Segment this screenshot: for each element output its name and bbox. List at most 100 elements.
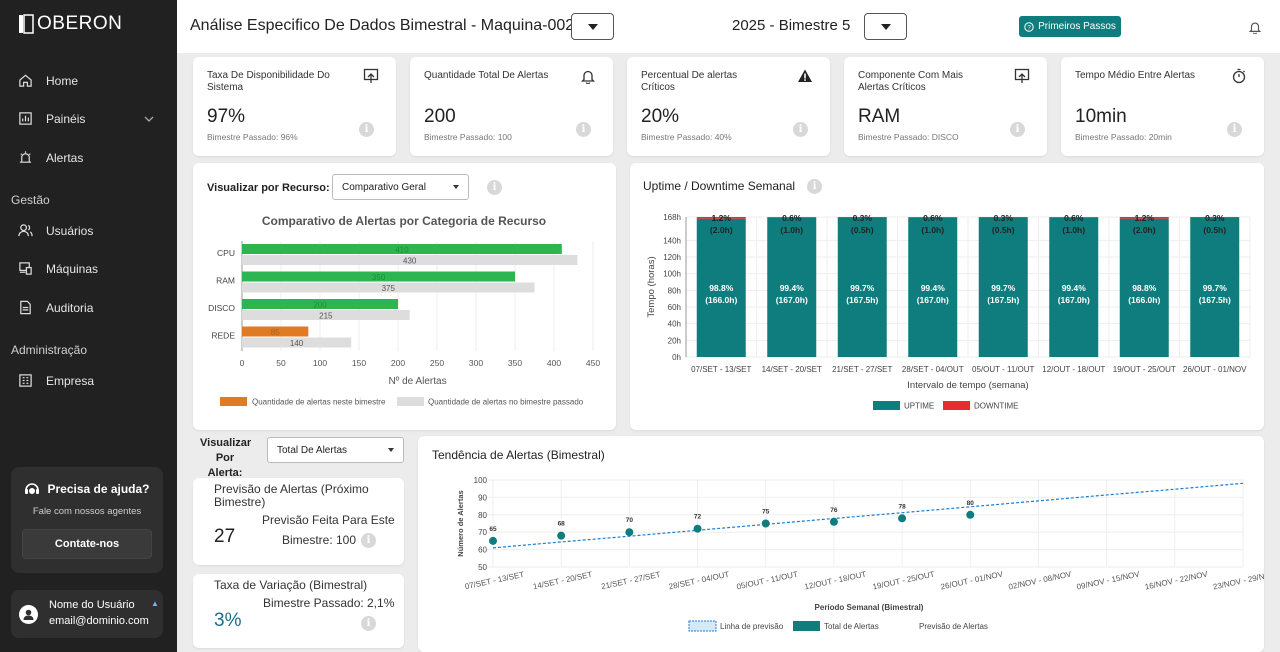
chevron-down-icon[interactable] <box>143 113 155 125</box>
resource-bar-chart: Comparativo de Alertas por Categoria de … <box>208 214 600 407</box>
downtime-percent-label: 1.2% <box>712 213 732 223</box>
data-point <box>966 510 975 519</box>
y-tick-label: 70 <box>478 528 487 537</box>
y-tick-label: 40h <box>668 320 681 329</box>
notifications-bell-icon[interactable] <box>1248 20 1262 34</box>
bell-icon <box>580 70 596 84</box>
x-tick-label: 19/OUT - 25/OUT <box>872 570 936 592</box>
legend-swatch-forecast <box>688 620 717 632</box>
bar-previous-label: 430 <box>403 257 417 266</box>
x-tick-label: 400 <box>547 358 561 368</box>
y-tick-label: DISCO <box>208 303 235 313</box>
x-tick-label: 05/OUT - 11/OUT <box>972 365 1035 374</box>
info-icon[interactable]: i <box>576 122 591 137</box>
machine-select-button[interactable] <box>571 13 614 40</box>
info-icon[interactable]: i <box>793 122 808 137</box>
trend-up-icon <box>363 68 379 83</box>
caret-up-icon: ▲ <box>151 599 159 608</box>
sidebar-item-label: Empresa <box>46 373 95 388</box>
y-tick-label: 80h <box>668 286 681 295</box>
contact-button[interactable]: Contate-nos <box>22 529 152 559</box>
sidebar-item-label: Máquinas <box>46 261 99 276</box>
uptime-percent-label: 99.7% <box>1203 283 1228 293</box>
prediction-title: Previsão de Alertas (Próximo Bimestre) <box>214 482 369 509</box>
uptime-percent-label: 99.7% <box>991 283 1016 293</box>
users-icon <box>18 224 33 237</box>
uptime-chart-card: i Uptime / Downtime Semanal 0h 20h 40h 60h 80… <box>630 163 1264 430</box>
x-tick-label: 19/OUT - 25/OUT <box>1113 365 1176 374</box>
sidebar-item-label: Usuários <box>46 223 94 238</box>
data-point <box>693 524 702 533</box>
sidebar-item-home[interactable]: Home <box>18 73 78 88</box>
sidebar-item-label: Home <box>46 73 79 88</box>
sidebar-item-empresa[interactable]: Empresa <box>18 373 94 388</box>
sidebar-item-paineis[interactable]: Painéis <box>18 111 85 126</box>
help-subtitle: Fale com nossos agentes <box>32 506 142 517</box>
sidebar-item-label: Painéis <box>46 111 86 126</box>
x-tick-label: 21/SET - 27/SET <box>600 570 661 591</box>
variation-card: Taxa de Variação (Bimestral) Bimestre Pa… <box>193 574 404 648</box>
info-icon[interactable]: i <box>1227 122 1242 137</box>
prediction-card: Previsão de Alertas (Próximo Bimestre) 2… <box>193 478 404 565</box>
kpi-card-availability: Taxa De Disponibilidade Do Sistema 97% B… <box>193 57 396 156</box>
downtime-percent-label: 0.3% <box>1205 213 1225 223</box>
sidebar-item-alertas[interactable]: Alertas <box>18 150 83 165</box>
user-name: Nome do Usuário <box>49 599 135 611</box>
uptime-stacked-chart: Uptime / Downtime Semanal 0h 20h 40h 60h 80h 1… <box>643 179 1251 411</box>
period-select-button[interactable] <box>864 13 907 40</box>
sidebar-item-auditoria[interactable]: Auditoria <box>18 300 93 315</box>
downtime-percent-label: 0.3% <box>994 213 1014 223</box>
help-title: Precisa de ajuda? <box>11 482 163 496</box>
legend-label-prediction: Previsão de Alertas <box>919 622 988 631</box>
help-card: Precisa de ajuda? Fale com nossos agente… <box>11 467 163 573</box>
trend-up-icon <box>1014 68 1030 83</box>
user-menu[interactable]: Nome do Usuário email@dominio.com ▲ <box>11 590 163 638</box>
first-steps-button[interactable]: ? Primeiros Passos <box>1019 16 1121 37</box>
y-tick-label: 100h <box>663 270 681 279</box>
kpi-value: 20% <box>641 106 680 127</box>
alert-view-select[interactable]: Total De Alertas <box>267 437 404 463</box>
alarm-icon <box>19 151 32 163</box>
x-tick-label: 21/SET - 27/SET <box>832 365 892 374</box>
kpi-value: RAM <box>858 106 901 127</box>
home-icon <box>19 74 32 87</box>
legend-label-uptime: UPTIME <box>904 402 934 411</box>
first-steps-label: Primeiros Passos <box>1038 21 1116 32</box>
help-circle-icon: ? <box>1024 21 1034 32</box>
info-icon[interactable]: i <box>361 533 376 548</box>
uptime-percent-label: 98.8% <box>1132 283 1157 293</box>
info-icon[interactable]: i <box>361 616 376 631</box>
bar-current-label: 85 <box>271 328 280 337</box>
y-tick-label: 100 <box>474 476 488 485</box>
y-tick-label: 168h <box>663 213 681 222</box>
alert-view-selected: Total De Alertas <box>277 444 348 456</box>
variation-title: Taxa de Variação (Bimestral) <box>214 578 368 592</box>
data-label: 75 <box>762 509 770 516</box>
section-administracao: Administração <box>11 343 88 357</box>
info-icon[interactable]: i <box>1010 122 1025 137</box>
app-logo[interactable]: OBERON <box>18 13 122 35</box>
sidebar-item-maquinas[interactable]: Máquinas <box>18 261 98 276</box>
downtime-hours-label: (2.0h) <box>1133 225 1156 235</box>
chart-title: Uptime / Downtime Semanal <box>643 179 795 193</box>
kpi-card-mean-time: Tempo Médio Entre Alertas 10min Bimestre… <box>1061 57 1264 156</box>
sidebar-item-usuarios[interactable]: Usuários <box>18 223 93 238</box>
sidebar-item-label: Auditoria <box>46 300 94 315</box>
kpi-previous: Bimestre Passado: 100 <box>424 132 512 142</box>
kpi-label: Quantidade Total De Alertas <box>424 70 549 81</box>
view-by-alert-line2: Por Alerta: <box>207 452 243 479</box>
x-axis-title: Nº de Alertas <box>388 376 446 387</box>
y-axis-title: Tempo (horas) <box>646 256 657 317</box>
bar-previous-label: 140 <box>290 339 304 348</box>
trend-chart-card: Tendência de Alertas (Bimestral) 50 60 70 80… <box>418 436 1264 652</box>
downtime-hours-label: (2.0h) <box>710 225 733 235</box>
data-label: 72 <box>694 514 702 521</box>
caret-down-icon <box>880 23 891 30</box>
prediction-sub-line1: Previsão Feita Para Este <box>262 513 395 527</box>
chart-title: Comparativo de Alertas por Categoria de … <box>262 214 546 228</box>
x-tick-label: 12/OUT - 18/OUT <box>1042 365 1105 374</box>
x-tick-label: 14/SET - 20/SET <box>762 365 822 374</box>
page-title: Análise Especifico De Dados Bimestral - … <box>190 17 575 34</box>
info-icon[interactable]: i <box>359 122 374 137</box>
downtime-hours-label: (1.0h) <box>921 225 944 235</box>
